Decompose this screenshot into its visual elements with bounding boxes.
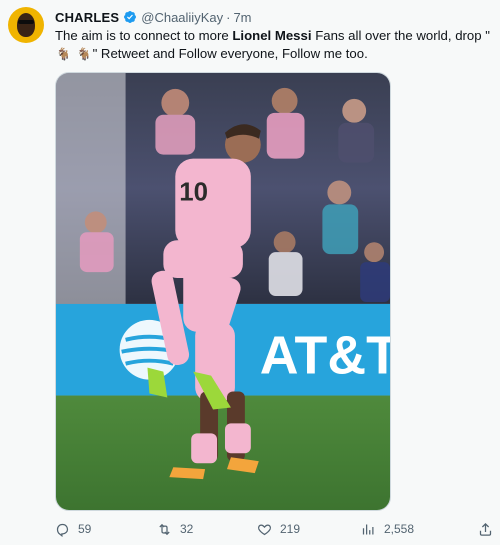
verified-badge-icon bbox=[124, 11, 137, 23]
retweet-button[interactable]: 32 bbox=[157, 522, 193, 537]
like-button[interactable]: 219 bbox=[257, 522, 300, 537]
goat-emoji-2: 🐐 bbox=[76, 47, 92, 61]
like-count: 219 bbox=[280, 522, 301, 536]
avatar-face bbox=[17, 13, 35, 37]
goat-emoji-1: 🐐 bbox=[56, 47, 71, 61]
views-icon bbox=[362, 524, 374, 535]
photo-celebration-scene: AT&T 10 bbox=[56, 73, 390, 510]
tweet-action-bar: 59 32 219 2,558 bbox=[0, 522, 500, 542]
views-count: 2,558 bbox=[384, 522, 415, 536]
tweet-text-part-1: The aim is to connect to more bbox=[55, 28, 233, 43]
retweet-icon bbox=[159, 523, 170, 536]
author-avatar[interactable] bbox=[8, 7, 44, 43]
banner-sponsor-text: AT&T bbox=[260, 326, 390, 386]
reply-count: 59 bbox=[78, 522, 92, 536]
author-handle[interactable]: @ChaaliiyKay bbox=[141, 10, 223, 25]
share-button[interactable] bbox=[478, 522, 500, 537]
like-icon bbox=[257, 524, 272, 536]
tweet-text-part-2: Fans all over the world, drop " bbox=[311, 28, 490, 43]
reply-icon bbox=[56, 523, 69, 537]
avatar-glasses bbox=[18, 20, 34, 24]
views-button[interactable]: 2,558 bbox=[361, 522, 414, 537]
reply-button[interactable]: 59 bbox=[55, 522, 91, 537]
tweet-card[interactable]: CHARLES @ChaaliiyKay · 7m The aim is to … bbox=[0, 0, 500, 545]
share-icon bbox=[479, 522, 492, 536]
header-separator: · bbox=[226, 9, 231, 25]
tweet-timestamp[interactable]: 7m bbox=[233, 10, 251, 25]
author-display-name[interactable]: CHARLES bbox=[55, 10, 119, 25]
tweet-text-part-3: " Retweet and Follow everyone, Follow me… bbox=[92, 46, 368, 61]
tweet-header: CHARLES @ChaaliiyKay · 7m bbox=[55, 8, 252, 26]
tweet-text: The aim is to connect to more Lionel Mes… bbox=[55, 27, 495, 63]
svg-text:10: 10 bbox=[179, 178, 208, 206]
tweet-photo[interactable]: AT&T 10 bbox=[55, 72, 391, 511]
retweet-count: 32 bbox=[180, 522, 194, 536]
tweet-text-bold-name: Lionel Messi bbox=[232, 28, 312, 43]
